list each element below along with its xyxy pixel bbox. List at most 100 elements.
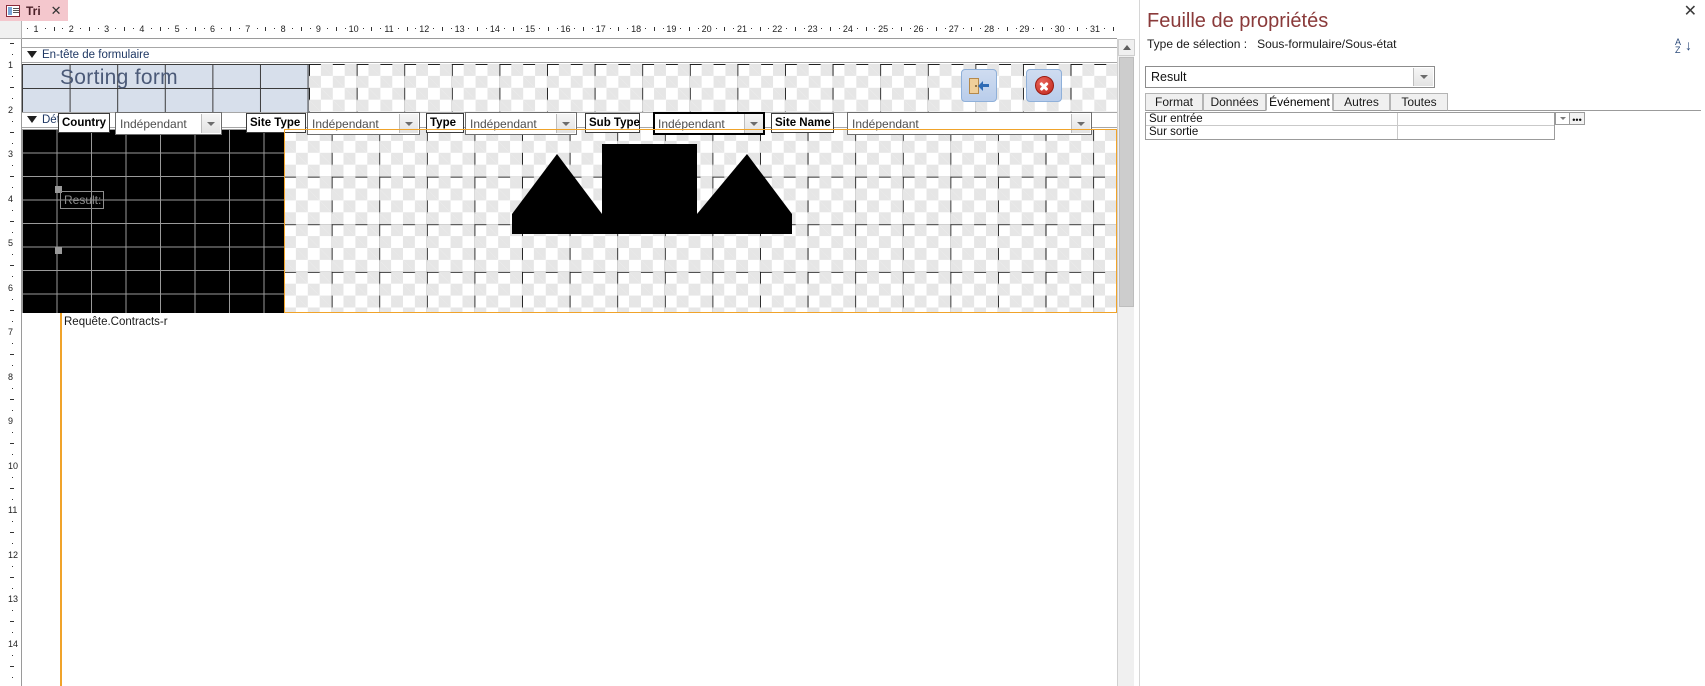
label-country[interactable]: Country xyxy=(58,113,110,133)
property-sheet-pane: ✕ Feuille de propriétés Type de sélectio… xyxy=(1139,0,1705,686)
ruler-tick xyxy=(12,76,13,78)
ruler-tick xyxy=(10,621,14,623)
ruler-tick xyxy=(10,220,14,222)
ruler-tick xyxy=(406,27,408,31)
tab-toutes[interactable]: Toutes xyxy=(1390,93,1448,111)
ruler-tick xyxy=(12,476,13,478)
tab-evenement[interactable]: Événement xyxy=(1266,93,1333,111)
ruler-tick-label: 7 xyxy=(245,24,251,34)
tab-tri[interactable]: Tri ✕ xyxy=(0,0,68,21)
ruler-tick xyxy=(997,28,999,29)
property-sheet-title: Feuille de propriétés xyxy=(1147,10,1329,32)
sort-az-icon[interactable]: A Z ↓ xyxy=(1675,38,1695,58)
ruler-tick-label: 26 xyxy=(913,24,924,34)
chevron-down-icon[interactable] xyxy=(1555,112,1570,125)
ruler-tick-label: 12 xyxy=(8,549,19,560)
ruler-tick xyxy=(547,27,549,31)
exit-door-button[interactable] xyxy=(961,69,997,102)
ruler-tick xyxy=(10,309,14,311)
property-row[interactable]: Sur sortie xyxy=(1146,126,1554,139)
ruler-tick xyxy=(203,28,205,29)
chevron-down-icon[interactable] xyxy=(1413,68,1433,86)
label-result[interactable]: Result: xyxy=(60,191,104,209)
form-title-label[interactable]: Sorting form xyxy=(60,66,178,90)
ruler-tick-label: 19 xyxy=(666,24,677,34)
ruler-tick xyxy=(689,27,691,31)
ruler-tick xyxy=(265,27,267,31)
subform-selection-border[interactable] xyxy=(284,129,1117,313)
ruler-tick xyxy=(12,231,13,233)
property-value[interactable] xyxy=(1398,113,1554,125)
ruler-tick xyxy=(53,27,55,31)
ruler-tick xyxy=(291,28,293,29)
ruler-tick xyxy=(12,165,13,167)
ruler-tick xyxy=(238,28,240,29)
selection-type-row: Type de sélection : Sous-formulaire/Sous… xyxy=(1147,37,1396,51)
selection-handle[interactable] xyxy=(55,247,62,254)
ruler-tick xyxy=(150,28,152,29)
close-red-button[interactable] xyxy=(1026,69,1062,102)
ellipsis-icon[interactable]: ••• xyxy=(1570,112,1585,125)
ruler-tick xyxy=(724,27,726,31)
property-sheet-close-icon[interactable]: ✕ xyxy=(1684,4,1697,20)
horizontal-ruler: 1 2 3 4 5 6 7 8 9 10 11 12 13 14 15 16 17 18 19 20 21 22 23 24 2… xyxy=(22,21,1117,39)
ruler-tick xyxy=(10,354,14,356)
ruler-tick-label: 31 xyxy=(1089,24,1101,34)
ruler-tick-label: 6 xyxy=(8,282,14,293)
tab-autres[interactable]: Autres xyxy=(1333,93,1390,111)
ruler-tick xyxy=(591,28,593,29)
ruler-tick xyxy=(980,28,982,29)
ruler-tick-label: 16 xyxy=(560,24,571,34)
ruler-tick-label: 8 xyxy=(280,24,286,34)
ruler-tick xyxy=(10,576,14,578)
section-bar-form-header[interactable]: En-tête de formulaire xyxy=(22,47,1117,63)
ruler-tick xyxy=(759,27,761,31)
ruler-tick xyxy=(486,28,488,29)
ruler-tick xyxy=(362,28,364,29)
ruler-tick xyxy=(133,28,135,29)
object-select-combo[interactable]: Result xyxy=(1145,66,1435,88)
selection-type-value: Sous-formulaire/Sous-état xyxy=(1257,37,1397,51)
ruler-tick xyxy=(380,28,382,29)
ruler-tick xyxy=(12,565,13,567)
ruler-tick-label: 14 xyxy=(489,24,500,34)
ruler-tick xyxy=(971,27,973,31)
scroll-thumb[interactable] xyxy=(1119,57,1134,307)
tab-format[interactable]: Format xyxy=(1145,93,1203,111)
combo-country[interactable]: Indépendant xyxy=(115,112,222,135)
property-value[interactable] xyxy=(1398,126,1554,139)
subform-result[interactable] xyxy=(60,313,1117,686)
ruler-tick xyxy=(874,28,876,29)
scroll-up-button[interactable] xyxy=(1118,39,1135,56)
ruler-tick xyxy=(653,27,655,31)
property-row-controls: ••• xyxy=(1555,112,1585,125)
ruler-tick xyxy=(10,87,14,89)
ruler-tick xyxy=(309,28,311,29)
ruler-tick xyxy=(10,176,14,178)
ruler-tick xyxy=(344,28,346,29)
tab-close-icon[interactable]: ✕ xyxy=(51,4,62,17)
ruler-tick xyxy=(1050,28,1052,29)
ruler-tick xyxy=(1112,27,1114,31)
ruler-tick xyxy=(900,27,902,31)
ruler-tick xyxy=(12,587,13,589)
ruler-tick xyxy=(159,27,161,31)
ruler-tick-label: 10 xyxy=(348,24,359,34)
ruler-tick-label: 9 xyxy=(8,416,14,426)
design-canvas[interactable]: En-tête de formulaire Sorting form Détai… xyxy=(22,39,1117,686)
ruler-tick xyxy=(12,209,13,211)
ruler-tick xyxy=(10,398,14,400)
property-row[interactable]: Sur entrée xyxy=(1146,113,1554,126)
tab-donnees[interactable]: Données xyxy=(1203,93,1266,111)
ruler-tick-label: 17 xyxy=(595,24,606,34)
designer-vertical-scrollbar[interactable] xyxy=(1117,39,1135,686)
ruler-tick xyxy=(256,28,258,29)
chevron-down-icon[interactable] xyxy=(201,114,220,133)
ruler-tick xyxy=(88,27,90,31)
object-select-value: Result xyxy=(1151,70,1187,84)
ruler-tick-label: 15 xyxy=(525,24,536,34)
ruler-tick xyxy=(230,27,232,31)
ruler-tick-label: 3 xyxy=(104,24,110,34)
ruler-tick xyxy=(962,28,964,29)
vertical-ruler: 1 2 3 4 5 6 7 8 9 10 11 12 13 14 xyxy=(0,39,22,686)
